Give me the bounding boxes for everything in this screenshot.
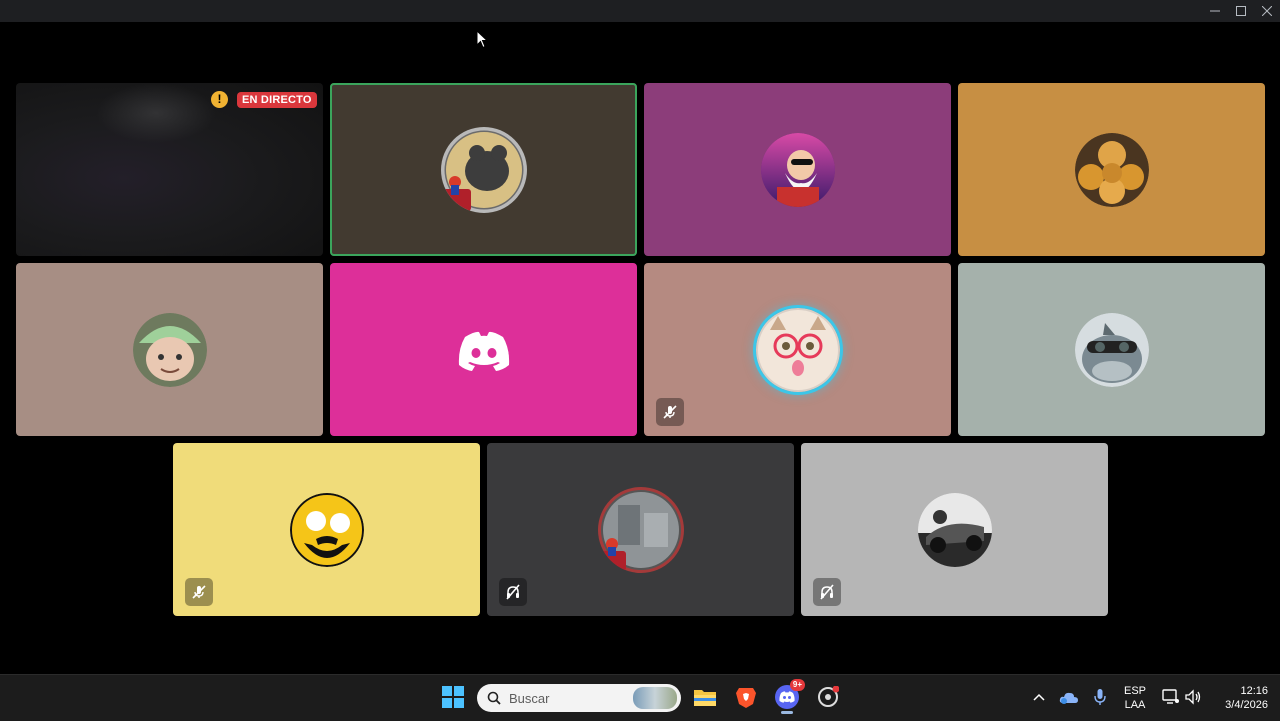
discord-logo-icon <box>447 313 521 387</box>
tile-user-dolphin[interactable] <box>958 263 1265 436</box>
window-title-bar <box>0 0 1280 22</box>
tile-user-mouse-frame[interactable] <box>330 83 637 256</box>
language-code: ESP <box>1123 685 1146 697</box>
live-badge: EN DIRECTO <box>237 92 317 108</box>
app-icon[interactable] <box>814 683 842 711</box>
file-explorer-icon[interactable] <box>691 683 719 711</box>
tile-user-car[interactable] <box>801 443 1108 616</box>
avatar <box>597 486 684 573</box>
tile-discord-default[interactable] <box>330 263 637 436</box>
avatar <box>289 492 364 567</box>
deafened-icon <box>813 578 841 606</box>
minimize-icon[interactable] <box>1202 0 1228 22</box>
brave-browser-icon[interactable] <box>732 683 760 711</box>
maximize-icon[interactable] <box>1228 0 1254 22</box>
tile-user-buns[interactable] <box>958 83 1265 256</box>
clock[interactable]: 12:16 3/4/2026 <box>1212 684 1268 712</box>
keyboard-layout: LAA <box>1124 699 1146 711</box>
deafened-icon <box>499 578 527 606</box>
clock-time: 12:16 <box>1240 685 1268 697</box>
language-indicator[interactable]: ESP LAA <box>1120 684 1150 712</box>
avatar-speaking <box>755 307 840 392</box>
avatar <box>1074 132 1149 207</box>
mouse-cursor-icon <box>476 29 489 54</box>
warning-icon: ! <box>211 91 228 108</box>
taskbar-search-box[interactable]: Buscar <box>477 684 681 712</box>
search-icon <box>487 691 501 705</box>
chevron-up-icon[interactable] <box>1026 683 1052 711</box>
mic-muted-icon <box>185 578 213 606</box>
discord-notification-badge: 9+ <box>789 679 805 691</box>
windows-start-icon[interactable] <box>439 683 467 711</box>
avatar <box>132 312 207 387</box>
search-highlight-image <box>633 687 677 709</box>
avatar <box>1074 312 1149 387</box>
tile-user-frame-room[interactable] <box>487 443 794 616</box>
microphone-icon[interactable] <box>1087 683 1113 711</box>
onedrive-icon[interactable] <box>1056 683 1082 711</box>
tile-user-cap[interactable] <box>16 263 323 436</box>
volume-icon[interactable] <box>1180 683 1206 711</box>
tile-user-yellow-face[interactable] <box>173 443 480 616</box>
window-controls <box>1202 0 1280 22</box>
avatar <box>760 132 835 207</box>
avatar <box>917 492 992 567</box>
tile-stream[interactable]: ! EN DIRECTO <box>16 83 323 256</box>
windows-taskbar: Buscar 9+ ESP LAA 12:16 3/4/2026 <box>0 674 1280 721</box>
search-label: Buscar <box>509 690 550 706</box>
discord-icon[interactable]: 9+ <box>773 679 805 714</box>
avatar <box>440 126 527 213</box>
clock-date: 3/4/2026 <box>1225 699 1268 711</box>
active-app-indicator <box>781 711 793 714</box>
tile-user-old-man[interactable] <box>644 83 951 256</box>
close-icon[interactable] <box>1254 0 1280 22</box>
tile-user-cat-glasses[interactable] <box>644 263 951 436</box>
mic-muted-icon <box>656 398 684 426</box>
